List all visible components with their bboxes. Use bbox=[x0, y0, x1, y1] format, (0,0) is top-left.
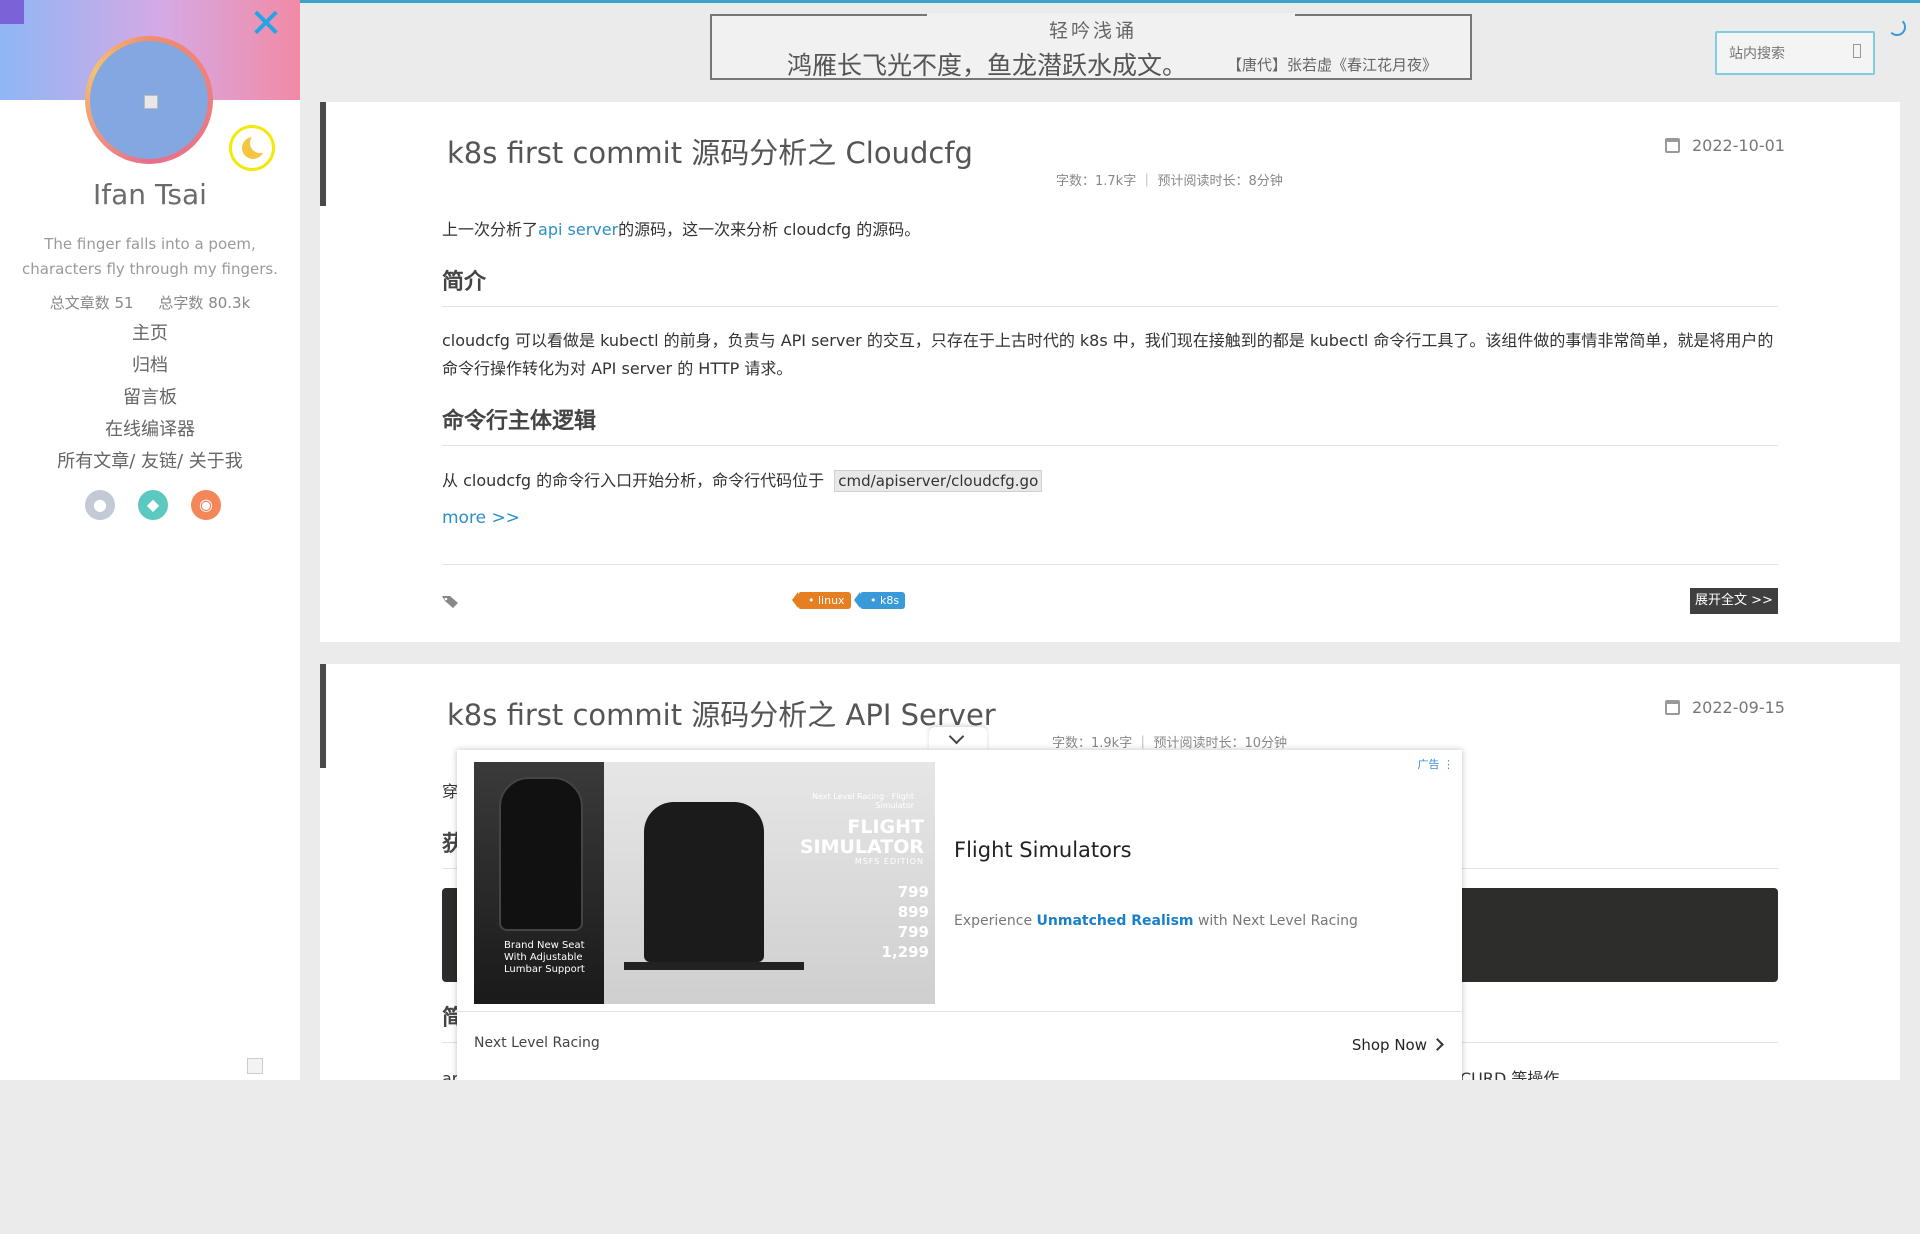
poem-source: 【唐代】张若虚《春江花月夜》 bbox=[1227, 56, 1438, 74]
post-title[interactable]: k8s first commit 源码分析之 Cloudcfg bbox=[447, 130, 973, 172]
tag-icon bbox=[442, 594, 460, 608]
page-viewport: ✕ Ifan Tsai The finger falls into a poem… bbox=[0, 0, 1920, 1080]
sidebar-nav: 主页 归档 留言板 在线编译器 所有文章/ 友链/ 关于我 bbox=[0, 318, 300, 478]
poem-title: 轻吟浅诵 bbox=[1048, 20, 1137, 42]
calendar-icon bbox=[1665, 700, 1680, 715]
search-icon[interactable] bbox=[1853, 44, 1861, 58]
post-date: 2022-10-01 bbox=[1665, 136, 1785, 155]
post-meta: 字数：1.9k字 ｜ 预计阅读时长：10分钟 bbox=[1052, 736, 1288, 751]
nav-online-compiler[interactable]: 在线编译器 bbox=[0, 414, 300, 446]
nav-home[interactable]: 主页 bbox=[0, 318, 300, 350]
racing-seat-graphic bbox=[499, 777, 583, 931]
rss-icon[interactable]: ◉ bbox=[191, 490, 221, 520]
ad-description: Experience Unmatched Realism with Next L… bbox=[954, 913, 1358, 929]
site-search bbox=[1715, 31, 1875, 75]
nav-all-links[interactable]: 所有文章/ 友链/ 关于我 bbox=[0, 446, 300, 478]
nav-archive[interactable]: 归档 bbox=[0, 350, 300, 382]
nav-guestbook[interactable]: 留言板 bbox=[0, 382, 300, 414]
ad-image-product: FLIGHT SIMULATOR MSFS EDITION bbox=[799, 816, 924, 866]
more-link[interactable]: more >> bbox=[442, 508, 520, 528]
post-intro: 上一次分析了api server的源码，这一次来分析 cloudcfg 的源码。 bbox=[442, 220, 921, 239]
ad-banner: 广告 ⋮ Brand New Seat With Adjustable Lumbar… bbox=[457, 750, 1462, 1080]
author-motto: The finger falls into a poem, characters… bbox=[22, 235, 278, 278]
ad-label[interactable]: 广告 ⋮ bbox=[1418, 756, 1455, 772]
tag-linux[interactable]: • linux bbox=[792, 592, 851, 609]
sidebar: ✕ Ifan Tsai The finger falls into a poem… bbox=[0, 0, 300, 1080]
tag-k8s[interactable]: • k8s bbox=[853, 592, 906, 609]
post-meta: 字数：1.7k字 ｜ 预计阅读时长：8分钟 bbox=[1056, 174, 1283, 189]
section-paragraph: cloudcfg 可以看做是 kubectl 的前身，负责与 API serve… bbox=[442, 331, 1774, 378]
ad-advertiser: Next Level Racing bbox=[474, 1035, 600, 1051]
sidebar-corner-mark bbox=[0, 0, 24, 24]
chevron-right-icon bbox=[1431, 1038, 1444, 1051]
inline-code: cmd/apiserver/cloudcfg.go bbox=[834, 470, 1043, 492]
calendar-icon bbox=[1665, 138, 1680, 153]
ad-image-caption: Brand New Seat With Adjustable Lumbar Supp… bbox=[504, 940, 585, 975]
sidebar-broken-image-icon bbox=[247, 1058, 263, 1074]
close-sidebar-icon[interactable]: ✕ bbox=[246, 4, 286, 44]
github-icon[interactable]: ● bbox=[85, 490, 115, 520]
api-server-link[interactable]: api server bbox=[538, 220, 618, 239]
ad-image[interactable]: Brand New Seat With Adjustable Lumbar Supp… bbox=[474, 762, 935, 1004]
post-card: k8s first commit 源码分析之 Cloudcfg 2022-10-… bbox=[320, 102, 1900, 642]
shop-now-button[interactable]: Shop Now bbox=[1352, 1036, 1444, 1054]
divider bbox=[442, 564, 1778, 565]
simulator-rig-graphic bbox=[644, 802, 764, 962]
poem-line: 鸿雁长飞光不度，鱼龙潜跃水成文。 bbox=[787, 51, 1188, 80]
ad-title[interactable]: Flight Simulators bbox=[954, 838, 1132, 862]
expand-full-button[interactable]: 展开全文 >> bbox=[1690, 588, 1778, 614]
social-links: ● ◆ ◉ bbox=[85, 490, 235, 522]
ad-image-brand: Next Level Racing · Flight Simulator bbox=[812, 792, 914, 810]
dark-mode-toggle[interactable] bbox=[229, 125, 275, 171]
card-accent-bar bbox=[320, 664, 326, 768]
section-paragraph: 从 cloudcfg 的命令行入口开始分析，命令行代码位于 cmd/apiser… bbox=[442, 467, 1778, 495]
section-heading: 命令行主体逻辑 bbox=[442, 403, 1778, 446]
loading-spinner-icon bbox=[1888, 18, 1906, 36]
section-heading: 简介 bbox=[442, 264, 1778, 307]
qq-icon[interactable]: ◆ bbox=[138, 490, 168, 520]
ad-collapse-button[interactable] bbox=[929, 727, 987, 751]
avatar-broken-image-icon bbox=[144, 95, 158, 109]
articles-stat: 总文章数 51 bbox=[49, 294, 134, 312]
ad-image-prices: 799 899 799 1,299 bbox=[881, 883, 929, 961]
site-stats: 总文章数 51 总字数 80.3k bbox=[0, 292, 300, 313]
chevron-down-icon bbox=[948, 728, 965, 745]
words-stat: 总字数 80.3k bbox=[158, 294, 251, 312]
post-title[interactable]: k8s first commit 源码分析之 API Server bbox=[447, 692, 996, 734]
author-name: Ifan Tsai bbox=[93, 178, 207, 211]
search-input[interactable] bbox=[1727, 41, 1851, 67]
post-date: 2022-09-15 bbox=[1665, 698, 1785, 717]
card-accent-bar bbox=[320, 102, 326, 206]
section-paragraph-end: CURD 等操作 bbox=[1460, 1069, 1560, 1080]
poem-banner: 轻吟浅诵 鸿雁长飞光不度，鱼龙潜跃水成文。 【唐代】张若虚《春江花月夜》 bbox=[710, 13, 1472, 80]
